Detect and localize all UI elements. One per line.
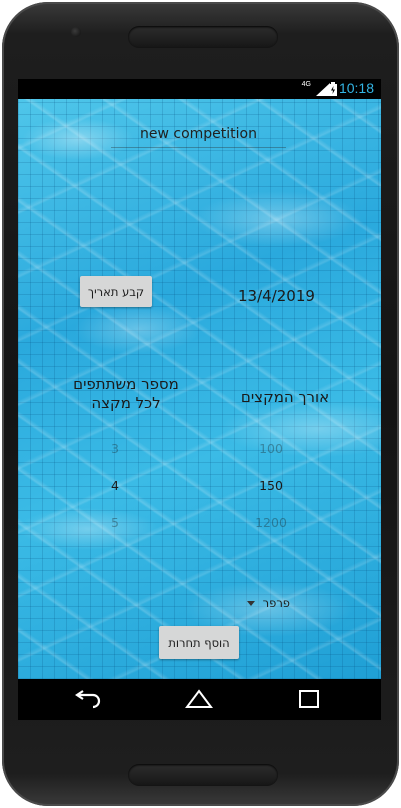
competition-name-input[interactable]: new competition (111, 121, 286, 148)
back-icon[interactable] (73, 688, 103, 710)
picker-option[interactable]: 3 (85, 430, 145, 467)
status-bar: 4G 10:18 (18, 79, 381, 99)
dropdown-arrow-icon (246, 600, 255, 606)
picker-selected-option[interactable]: 150 (241, 467, 301, 504)
network-type-label: 4G (301, 81, 311, 88)
home-icon[interactable] (184, 688, 214, 710)
participants-picker[interactable]: 3 4 5 (85, 430, 145, 541)
picker-option[interactable]: 5 (85, 504, 145, 541)
heat-length-label: אורך המקצים (240, 388, 330, 406)
stroke-style-dropdown[interactable]: פרפר (230, 592, 290, 614)
selected-date: 13/4/2019 (238, 287, 315, 305)
status-time: 10:18 (338, 80, 374, 96)
picker-selected-option[interactable]: 4 (85, 467, 145, 504)
app-content: new competition קבע תאריך 13/4/2019 מספר… (18, 99, 381, 679)
signal-icon (316, 83, 330, 96)
navigation-bar (18, 679, 381, 720)
add-competition-button[interactable]: הוסף תחרות (159, 626, 239, 659)
picker-option[interactable]: 1200 (241, 504, 301, 541)
device-screen: 4G 10:18 new competition קבע תאריך 13/4/… (18, 79, 381, 720)
top-speaker (128, 26, 278, 48)
front-camera (71, 27, 81, 37)
participants-per-heat-label: מספר משתתפים לכל מקצה (73, 375, 179, 412)
set-date-button[interactable]: קבע תאריך (80, 276, 152, 307)
battery-icon (329, 82, 337, 96)
length-picker[interactable]: 100 150 1200 (241, 430, 301, 541)
bottom-speaker (128, 764, 278, 786)
recent-apps-icon[interactable] (294, 688, 324, 710)
dropdown-selected-value: פרפר (262, 596, 290, 610)
picker-option[interactable]: 100 (241, 430, 301, 467)
